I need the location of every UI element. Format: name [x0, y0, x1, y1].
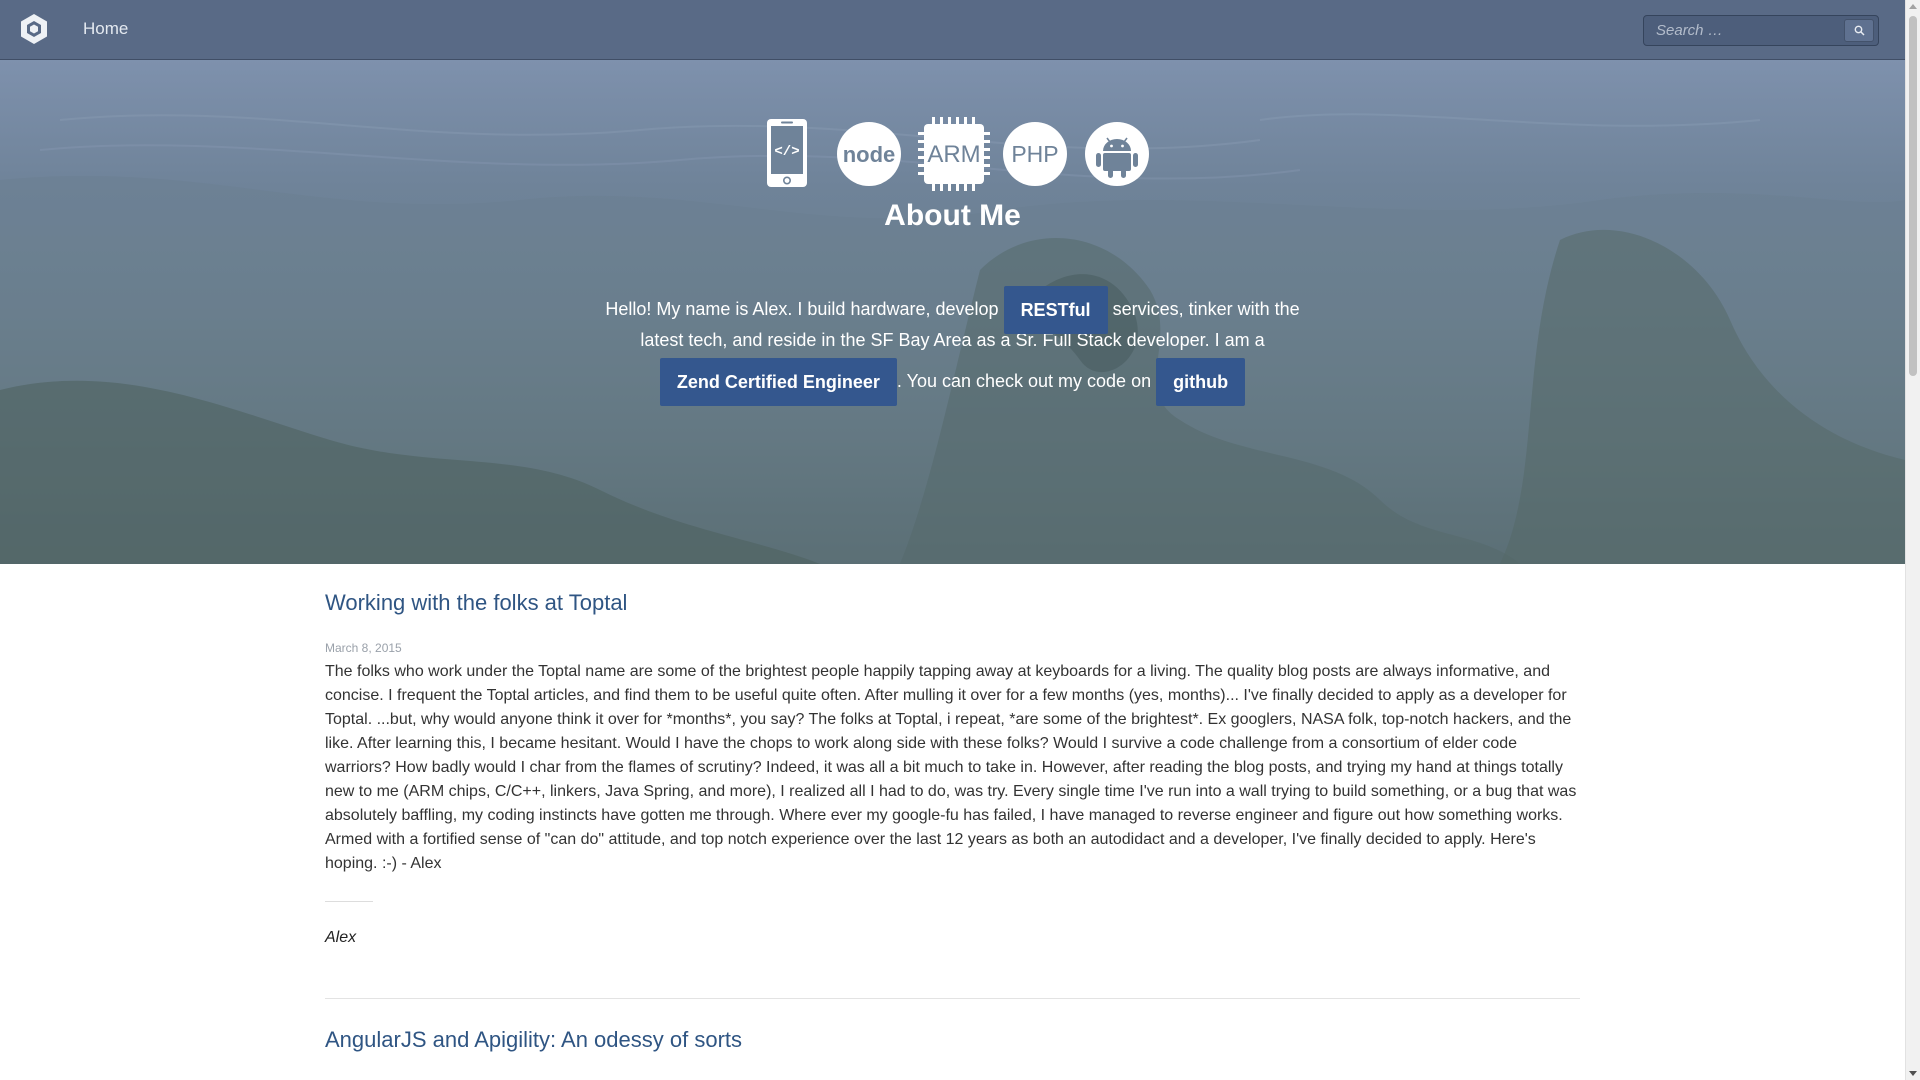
restful-link[interactable]: RESTful — [1003, 286, 1108, 334]
search-button[interactable] — [1844, 19, 1874, 42]
signature-divider — [325, 901, 373, 902]
search-form — [1643, 15, 1879, 46]
svg-text:node: node — [843, 142, 896, 167]
top-navbar: Home — [0, 0, 1905, 60]
scroll-down-arrow-icon[interactable] — [1909, 1071, 1917, 1076]
svg-text:ARM: ARM — [927, 141, 980, 168]
search-input[interactable] — [1644, 16, 1844, 45]
magnifier-icon — [1854, 25, 1865, 36]
post-date: March 8, 2015 — [325, 641, 402, 655]
mobile-code-icon: </> — [767, 119, 807, 187]
intro-text-3: latest tech, and reside in the SF Bay Ar… — [640, 330, 1265, 350]
intro-text-2: services, tinker with the — [1112, 298, 1300, 319]
nodejs-icon: node — [837, 122, 901, 186]
hero-banner: </> node ARM PHP About Me Hello! My name… — [0, 60, 1905, 564]
intro-text-1: Hello! My name is Alex. I build hardware… — [605, 298, 999, 319]
post-title-link[interactable]: Working with the folks at Toptal — [325, 590, 627, 616]
post-signature: Alex — [325, 929, 357, 946]
scroll-up-arrow-icon[interactable] — [1909, 4, 1917, 9]
svg-text:PHP: PHP — [1011, 141, 1058, 167]
page: Home Search … </> node ARM PHP About Me … — [0, 0, 1905, 1080]
nav-home-link[interactable]: Home — [83, 19, 128, 39]
github-link[interactable]: github — [1156, 358, 1246, 406]
zend-certified-link[interactable]: Zend Certified Engineer — [659, 358, 897, 406]
page-scrollbar[interactable] — [1905, 0, 1920, 1080]
post-title-link[interactable]: AngularJS and Apigility: An odessy of so… — [325, 1027, 742, 1053]
intro-line-3: Zend Certified Engineer. You can check o… — [600, 358, 1305, 406]
intro-text-4: . You can check out my code on — [896, 370, 1152, 391]
android-icon — [1085, 122, 1149, 186]
tech-icons-row: </> node ARM PHP — [0, 117, 1905, 192]
about-me-intro: Hello! My name is Alex. I build hardware… — [600, 286, 1305, 406]
php-icon: PHP — [1003, 122, 1067, 186]
arm-chip-icon: ARM — [918, 117, 990, 191]
about-me-heading: About Me — [884, 199, 1021, 232]
scrollbar-thumb[interactable] — [1909, 16, 1917, 376]
intro-line-1: Hello! My name is Alex. I build hardware… — [600, 286, 1305, 334]
post-separator — [325, 998, 1580, 999]
post-body: The folks who work under the Toptal name… — [325, 663, 1577, 872]
intro-line-2: latest tech, and reside in the SF Bay Ar… — [600, 322, 1305, 358]
post-list: Working with the folks at Toptal March 8… — [325, 564, 1580, 1053]
svg-text:</>: </> — [774, 144, 799, 160]
post-item: Working with the folks at Toptal March 8… — [325, 564, 1580, 947]
post-item: AngularJS and Apigility: An odessy of so… — [325, 1027, 1580, 1053]
hexagon-logo-icon[interactable] — [18, 12, 50, 46]
